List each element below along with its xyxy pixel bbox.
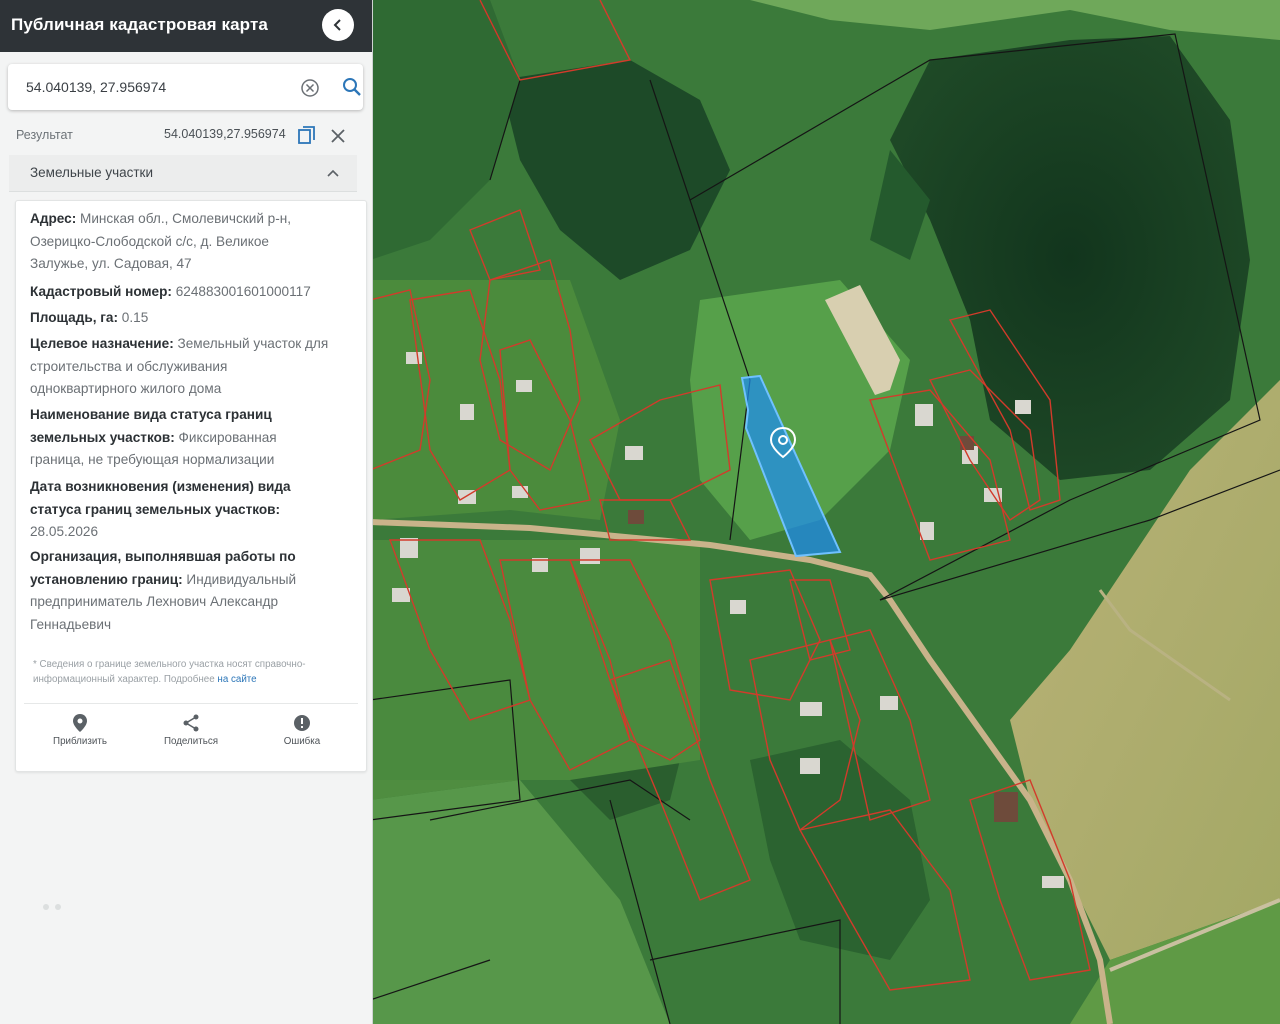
cadastral-label: Кадастровый номер: [30, 284, 172, 299]
area-info: Площадь, га: 0.15 [30, 307, 330, 330]
parcel-card: Адрес: Минская обл., Смолевичский р-н, О… [15, 200, 367, 772]
organization-info: Организация, выполнявшая работы по устан… [30, 546, 330, 636]
disclaimer-note: * Сведения о границе земельного участка … [33, 657, 333, 687]
back-chevron-icon [333, 19, 341, 31]
share-label: Поделиться [163, 736, 219, 747]
result-coords: 54.040139,27.956974 [164, 127, 286, 141]
search-icon[interactable] [341, 76, 363, 98]
address-label: Адрес: [30, 211, 77, 226]
boundary-status-info: Наименование вида статуса границ земельн… [30, 404, 330, 472]
share-icon [183, 714, 199, 732]
top-bar: Публичная кадастровая карта [0, 0, 372, 52]
error-icon [294, 715, 310, 731]
location-pin-icon [73, 714, 87, 732]
status-date-info: Дата возникновения (изменения) вида стат… [30, 476, 330, 544]
cadastral-value: 624883001601000117 [175, 284, 311, 299]
land-parcels-section-header[interactable]: Земельные участки [9, 155, 357, 192]
share-button[interactable]: Поделиться [141, 713, 241, 753]
status-date-value: 28.05.2026 [30, 524, 99, 539]
purpose-info: Целевое назначение: Земельный участок дл… [30, 333, 330, 401]
purpose-label: Целевое назначение: [30, 336, 174, 351]
report-error-button[interactable]: Ошибка [252, 713, 352, 753]
result-row: Результат 54.040139,27.956974 [0, 122, 372, 148]
satellite-map[interactable] [370, 0, 1280, 1024]
note-text: * Сведения о границе земельного участка … [33, 659, 306, 685]
close-icon[interactable] [328, 126, 348, 146]
zoom-label: Приблизить [53, 736, 107, 747]
status-date-label: Дата возникновения (изменения) вида стат… [30, 479, 291, 517]
area-label: Площадь, га: [30, 310, 119, 325]
sidebar: Публичная кадастровая карта Результат 54… [0, 0, 373, 1024]
card-divider [24, 703, 358, 704]
cadastral-info: Кадастровый номер: 624883001601000117 [30, 281, 330, 304]
error-label: Ошибка [283, 736, 321, 747]
section-title: Земельные участки [30, 165, 154, 180]
chevron-up-icon [327, 169, 339, 177]
area-value: 0.15 [121, 310, 149, 325]
faded-dots-icon [43, 904, 61, 910]
note-link[interactable]: на сайте [217, 674, 256, 685]
zoom-button[interactable]: Приблизить [30, 713, 130, 753]
collapse-sidebar-button[interactable] [322, 9, 354, 41]
address-info: Адрес: Минская обл., Смолевичский р-н, О… [30, 208, 330, 276]
result-label: Результат [16, 128, 73, 142]
search-input[interactable] [26, 76, 281, 98]
search-box [8, 64, 363, 110]
app-title: Публичная кадастровая карта [11, 15, 268, 34]
copy-icon[interactable] [296, 124, 318, 146]
clear-icon[interactable] [300, 78, 320, 98]
